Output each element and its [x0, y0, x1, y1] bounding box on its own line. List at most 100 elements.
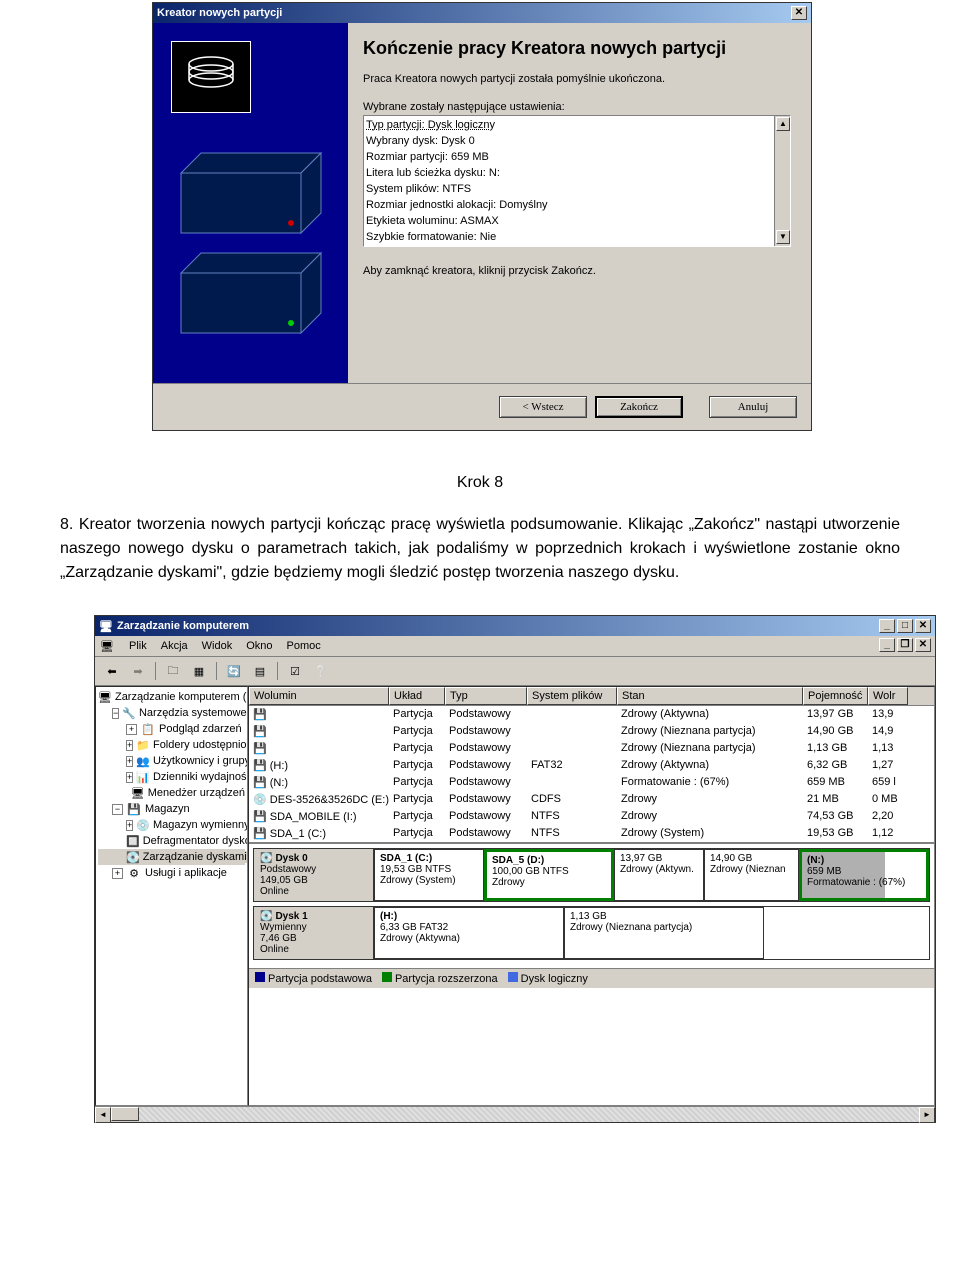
tree-item[interactable]: 💽Zarządzanie dyskami [98, 849, 245, 865]
disk1-label[interactable]: 💽Dysk 1 Wymienny 7,46 GB Online [254, 907, 374, 959]
back-button[interactable]: < Wstecz [499, 396, 587, 418]
disk-row: 💽Dysk 1 Wymienny 7,46 GB Online (H:)6,33… [253, 906, 930, 960]
disk-icon: 💽 [260, 911, 272, 922]
tree-expand-icon[interactable]: + [126, 740, 133, 751]
close-button[interactable]: ✕ [915, 619, 931, 633]
close-button[interactable]: ✕ [791, 6, 807, 20]
scroll-right-button[interactable]: ► [919, 1107, 935, 1123]
col-type[interactable]: Typ [445, 687, 527, 705]
disk1-partitions: (H:)6,33 GB FAT32Zdrowy (Aktywna)1,13 GB… [374, 907, 929, 959]
volume-row[interactable]: 💿 DES-3526&3526DC (E:)PartycjaPodstawowy… [249, 791, 934, 808]
col-state[interactable]: Stan [617, 687, 803, 705]
document-text: Krok 8 8. Kreator tworzenia nowych party… [0, 431, 960, 615]
cancel-button[interactable]: Anuluj [709, 396, 797, 418]
tree-pane[interactable]: 🖥Zarządzanie komputerem (lokalne)−🔧Narzę… [95, 686, 248, 1106]
forward-icon[interactable]: ➡ [127, 660, 149, 682]
volume-list[interactable]: 💾 PartycjaPodstawowyZdrowy (Aktywna)13,9… [249, 706, 934, 842]
tree-item[interactable]: 🖥Menedżer urządzeń [98, 785, 245, 801]
child-minimize-button[interactable]: _ [879, 638, 895, 652]
scroll-thumb[interactable] [111, 1107, 139, 1121]
tree-item[interactable]: +💿Magazyn wymienny [98, 817, 245, 833]
menu-plik[interactable]: Plik [129, 640, 147, 652]
partition-block[interactable]: 1,13 GBZdrowy (Nieznana partycja) [564, 907, 764, 959]
tree-node-icon: 📊 [136, 770, 150, 784]
tree-expand-icon[interactable]: − [112, 804, 123, 815]
tree-item-label: Narzędzia systemowe [139, 707, 247, 719]
legend-item: Partycja podstawowa [255, 972, 372, 985]
tree-expand-icon[interactable]: + [126, 724, 137, 735]
tree-node-icon: 💿 [136, 818, 150, 832]
tree-node-icon: 📋 [140, 722, 156, 736]
col-volume[interactable]: Wolumin [249, 687, 389, 705]
tree-node-icon: 🖥 [98, 690, 112, 704]
tree-expand-icon[interactable]: + [126, 756, 133, 767]
col-layout[interactable]: Układ [389, 687, 445, 705]
wizard-sidebar [153, 23, 348, 383]
disk0-label[interactable]: 💽Dysk 0 Podstawowy 149,05 GB Online [254, 849, 374, 901]
child-close-button[interactable]: ✕ [915, 638, 931, 652]
volume-icon: 💾 [253, 828, 267, 840]
tree-expand-icon[interactable]: + [126, 820, 133, 831]
wizard-close-text: Aby zamknąć kreatora, kliknij przycisk Z… [363, 265, 791, 277]
tree-item[interactable]: +⚙Usługi i aplikacje [98, 865, 245, 881]
volume-row[interactable]: 💾 PartycjaPodstawowyZdrowy (Aktywna)13,9… [249, 706, 934, 723]
col-filesystem[interactable]: System plików [527, 687, 617, 705]
volume-icon: 💾 [253, 777, 267, 789]
disk-row: 💽Dysk 0 Podstawowy 149,05 GB Online SDA_… [253, 848, 930, 902]
tree-item[interactable]: +📊Dzienniki wydajności i alerty [98, 769, 245, 785]
volume-row[interactable]: 💾 (N:)PartycjaPodstawowyFormatowanie : (… [249, 774, 934, 791]
wizard-settings-label: Wybrane zostały następujące ustawienia: [363, 101, 791, 113]
partition-block[interactable]: 14,90 GBZdrowy (Nieznan [704, 849, 799, 901]
volume-row[interactable]: 💾 PartycjaPodstawowyZdrowy (Nieznana par… [249, 740, 934, 757]
tree-item[interactable]: +👥Użytkownicy i grupy lokalne [98, 753, 245, 769]
tree-item[interactable]: +📁Foldery udostępnione [98, 737, 245, 753]
volume-icon: 💾 [253, 760, 267, 772]
col-wolr[interactable]: Wolr [868, 687, 908, 705]
properties-icon[interactable]: ☑ [284, 660, 306, 682]
col-capacity[interactable]: Pojemność [803, 687, 868, 705]
back-icon[interactable]: ⬅ [101, 660, 123, 682]
scroll-down-button[interactable]: ▼ [776, 230, 790, 244]
partition-block[interactable]: (N:)659 MBFormatowanie : (67%) [799, 849, 929, 901]
tree-node-icon: 💽 [126, 850, 140, 864]
step-paragraph: 8. Kreator tworzenia nowych partycji koń… [60, 513, 900, 585]
up-icon[interactable]: 🗀 [162, 660, 184, 682]
tree-item[interactable]: −💾Magazyn [98, 801, 245, 817]
finish-button[interactable]: Zakończ [595, 396, 683, 418]
wizard-disk-icon [171, 41, 251, 113]
settings-scrollbar[interactable]: ▲ ▼ [774, 116, 790, 246]
tree-expand-icon[interactable]: + [126, 772, 133, 783]
child-restore-button[interactable]: ❐ [897, 638, 913, 652]
volume-row[interactable]: 💾 SDA_1 (C:)PartycjaPodstawowyNTFSZdrowy… [249, 825, 934, 842]
tree-item[interactable]: +📋Podgląd zdarzeń [98, 721, 245, 737]
volume-icon: 💾 [253, 726, 267, 738]
menu-widok[interactable]: Widok [202, 640, 233, 652]
partition-block[interactable]: (H:)6,33 GB FAT32Zdrowy (Aktywna) [374, 907, 564, 959]
tree-item[interactable]: 🖥Zarządzanie komputerem (lokalne) [98, 689, 245, 705]
partition-block[interactable]: SDA_1 (C:)19,53 GB NTFSZdrowy (System) [374, 849, 484, 901]
maximize-button[interactable]: □ [897, 619, 913, 633]
list-icon[interactable]: ▤ [249, 660, 271, 682]
volume-row[interactable]: 💾 SDA_MOBILE (I:)PartycjaPodstawowyNTFSZ… [249, 808, 934, 825]
tree-expand-icon[interactable]: + [112, 868, 123, 879]
mgmt-titlebar: 🖥 Zarządzanie komputerem _ □ ✕ [95, 616, 935, 636]
partition-block[interactable]: SDA_5 (D:)100,00 GB NTFSZdrowy [484, 849, 614, 901]
tree-expand-icon[interactable]: − [112, 708, 119, 719]
tree-item[interactable]: 🔲Defragmentator dysków [98, 833, 245, 849]
menu-akcja[interactable]: Akcja [161, 640, 188, 652]
view-icon[interactable]: ▦ [188, 660, 210, 682]
refresh-icon[interactable]: 🔄 [223, 660, 245, 682]
menu-okno[interactable]: Okno [246, 640, 272, 652]
settings-listbox[interactable]: Typ partycji: Dysk logiczny Wybrany dysk… [363, 115, 791, 247]
volume-row[interactable]: 💾 PartycjaPodstawowyZdrowy (Nieznana par… [249, 723, 934, 740]
setting-line: Etykieta woluminu: ASMAX [366, 213, 788, 229]
minimize-button[interactable]: _ [879, 619, 895, 633]
menu-pomoc[interactable]: Pomoc [287, 640, 321, 652]
partition-block[interactable]: 13,97 GBZdrowy (Aktywn. [614, 849, 704, 901]
tree-item[interactable]: −🔧Narzędzia systemowe [98, 705, 245, 721]
volume-row[interactable]: 💾 (H:)PartycjaPodstawowyFAT32Zdrowy (Akt… [249, 757, 934, 774]
help-icon[interactable]: ❔ [310, 660, 332, 682]
scroll-up-button[interactable]: ▲ [776, 117, 790, 131]
horizontal-scrollbar[interactable]: ◄ ► [95, 1106, 935, 1122]
scroll-left-button[interactable]: ◄ [95, 1107, 111, 1123]
